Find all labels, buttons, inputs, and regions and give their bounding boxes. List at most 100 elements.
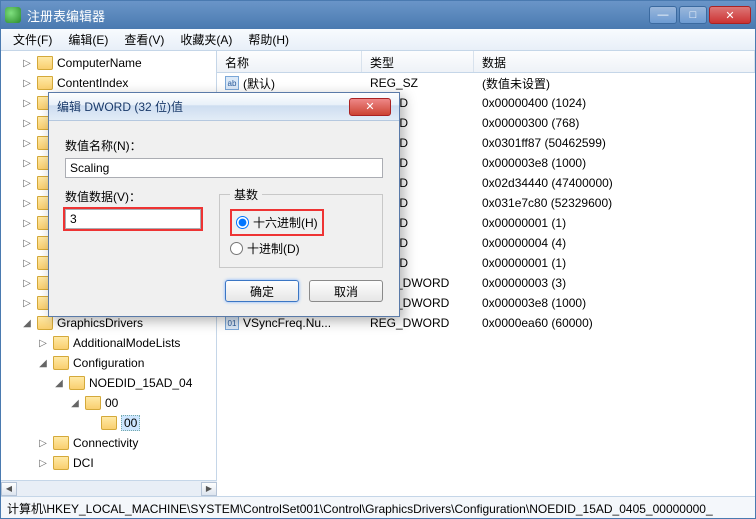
- base-fieldset: 基数 十六进制(H) 十进制(D): [219, 186, 383, 268]
- col-header-name[interactable]: 名称: [217, 51, 362, 72]
- value-data: 0x031e7c80 (52329600): [474, 196, 755, 210]
- folder-icon: [53, 336, 69, 350]
- value-data: 0x00000300 (768): [474, 116, 755, 130]
- radio-hex-label: 十六进制(H): [253, 214, 318, 231]
- tree-label: DCI: [73, 456, 94, 470]
- close-button[interactable]: ✕: [709, 6, 751, 24]
- value-icon: ab: [225, 76, 239, 90]
- menubar: 文件(F) 编辑(E) 查看(V) 收藏夹(A) 帮助(H): [1, 29, 755, 51]
- tree-label: Configuration: [73, 356, 144, 370]
- tree-node[interactable]: ◢ NOEDID_15AD_04: [1, 373, 216, 393]
- value-data: 0x00000003 (3): [474, 276, 755, 290]
- col-header-data[interactable]: 数据: [474, 51, 755, 72]
- value-data-input[interactable]: [65, 209, 201, 229]
- tree-node[interactable]: ◢ Configuration: [1, 353, 216, 373]
- tree-twisty[interactable]: ▷: [21, 258, 33, 269]
- tree-label: NOEDID_15AD_04: [89, 376, 192, 390]
- value-data: 0x00000001 (1): [474, 216, 755, 230]
- scroll-right-button[interactable]: ▶: [201, 482, 217, 496]
- tree-twisty[interactable]: ▷: [21, 298, 33, 309]
- tree-node[interactable]: ▷AdditionalModeLists: [1, 333, 216, 353]
- tree-twisty[interactable]: ▷: [21, 178, 33, 189]
- radio-hex-highlight: 十六进制(H): [230, 209, 324, 236]
- tree-node[interactable]: 00: [1, 413, 216, 433]
- menu-file[interactable]: 文件(F): [5, 29, 60, 50]
- list-row[interactable]: ab (默认) REG_SZ(数值未设置): [217, 73, 755, 93]
- tree-twisty[interactable]: ▷: [37, 338, 49, 349]
- folder-icon: [37, 76, 53, 90]
- tree-twisty[interactable]: ◢: [69, 398, 81, 409]
- radio-hex[interactable]: [236, 216, 249, 229]
- tree-node[interactable]: ◢ 00: [1, 393, 216, 413]
- app-icon: [5, 7, 21, 23]
- maximize-button[interactable]: □: [679, 6, 707, 24]
- tree-node[interactable]: ▷ ComputerName: [1, 53, 216, 73]
- radio-dec-label: 十进制(D): [247, 240, 300, 257]
- tree-twisty[interactable]: ▷: [21, 198, 33, 209]
- titlebar[interactable]: 注册表编辑器 — □ ✕: [1, 1, 755, 29]
- scroll-left-button[interactable]: ◀: [1, 482, 17, 496]
- tree-node[interactable]: ▷ ContentIndex: [1, 73, 216, 93]
- tree-hscroll[interactable]: ◀ ▶: [1, 480, 217, 496]
- folder-icon: [37, 316, 53, 330]
- value-data: (数值未设置): [474, 75, 755, 92]
- tree-twisty[interactable]: ▷: [37, 438, 49, 449]
- value-data: 0x0000ea60 (60000): [474, 316, 755, 330]
- value-name: (默认): [243, 75, 275, 92]
- tree-twisty[interactable]: ▷: [21, 158, 33, 169]
- value-name-input[interactable]: [65, 158, 383, 178]
- dialog-titlebar[interactable]: 编辑 DWORD (32 位)值 ✕: [49, 93, 399, 121]
- tree-twisty[interactable]: ▷: [21, 218, 33, 229]
- tree-twisty[interactable]: ▷: [21, 118, 33, 129]
- tree-twisty[interactable]: ▷: [37, 458, 49, 469]
- tree-twisty[interactable]: ◢: [53, 378, 65, 389]
- menu-edit[interactable]: 编辑(E): [60, 29, 116, 50]
- folder-icon: [69, 376, 85, 390]
- folder-icon: [53, 356, 69, 370]
- value-data: 0x02d34440 (47400000): [474, 176, 755, 190]
- folder-icon: [37, 56, 53, 70]
- folder-icon: [101, 416, 117, 430]
- value-data: 0x000003e8 (1000): [474, 296, 755, 310]
- menu-help[interactable]: 帮助(H): [240, 29, 297, 50]
- radio-dec[interactable]: [230, 242, 243, 255]
- col-header-type[interactable]: 类型: [362, 51, 474, 72]
- tree-label: 00: [105, 396, 118, 410]
- value-type: REG_SZ: [362, 76, 474, 90]
- tree-node[interactable]: ▷Connectivity: [1, 433, 216, 453]
- tree-node[interactable]: ▷ DCI: [1, 453, 216, 473]
- tree-twisty[interactable]: ◢: [21, 318, 33, 329]
- tree-label: ContentIndex: [57, 76, 128, 90]
- menu-view[interactable]: 查看(V): [116, 29, 172, 50]
- tree-label: ComputerName: [57, 56, 142, 70]
- edit-dword-dialog: 编辑 DWORD (32 位)值 ✕ 数值名称(N)： 数值数据(V)： 基数 …: [48, 92, 400, 317]
- tree-twisty[interactable]: ▷: [21, 278, 33, 289]
- tree-twisty[interactable]: ▷: [21, 58, 33, 69]
- value-data: 0x00000001 (1): [474, 256, 755, 270]
- value-icon: 01: [225, 316, 239, 330]
- tree-label: 00: [121, 415, 140, 431]
- tree-twisty[interactable]: ▷: [21, 238, 33, 249]
- tree-twisty[interactable]: ▷: [21, 98, 33, 109]
- dialog-close-button[interactable]: ✕: [349, 98, 391, 116]
- tree-twisty[interactable]: ◢: [37, 358, 49, 369]
- base-legend: 基数: [230, 186, 262, 203]
- menu-favorites[interactable]: 收藏夹(A): [172, 29, 240, 50]
- tree-twisty[interactable]: ▷: [21, 138, 33, 149]
- value-name: VSyncFreq.Nu...: [243, 316, 331, 330]
- statusbar: 计算机\HKEY_LOCAL_MACHINE\SYSTEM\ControlSet…: [1, 496, 755, 518]
- window-title: 注册表编辑器: [27, 6, 649, 25]
- value-data: 0x0301ff87 (50462599): [474, 136, 755, 150]
- value-data: 0x00000400 (1024): [474, 96, 755, 110]
- tree-label: GraphicsDrivers: [57, 316, 143, 330]
- folder-icon: [53, 436, 69, 450]
- list-header: 名称 类型 数据: [217, 51, 755, 73]
- value-data: 0x000003e8 (1000): [474, 156, 755, 170]
- cancel-button[interactable]: 取消: [309, 280, 383, 302]
- ok-button[interactable]: 确定: [225, 280, 299, 302]
- tree-twisty[interactable]: ▷: [21, 78, 33, 89]
- dialog-title: 编辑 DWORD (32 位)值: [57, 98, 349, 115]
- value-name-label: 数值名称(N)：: [65, 137, 383, 154]
- minimize-button[interactable]: —: [649, 6, 677, 24]
- folder-icon: [53, 456, 69, 470]
